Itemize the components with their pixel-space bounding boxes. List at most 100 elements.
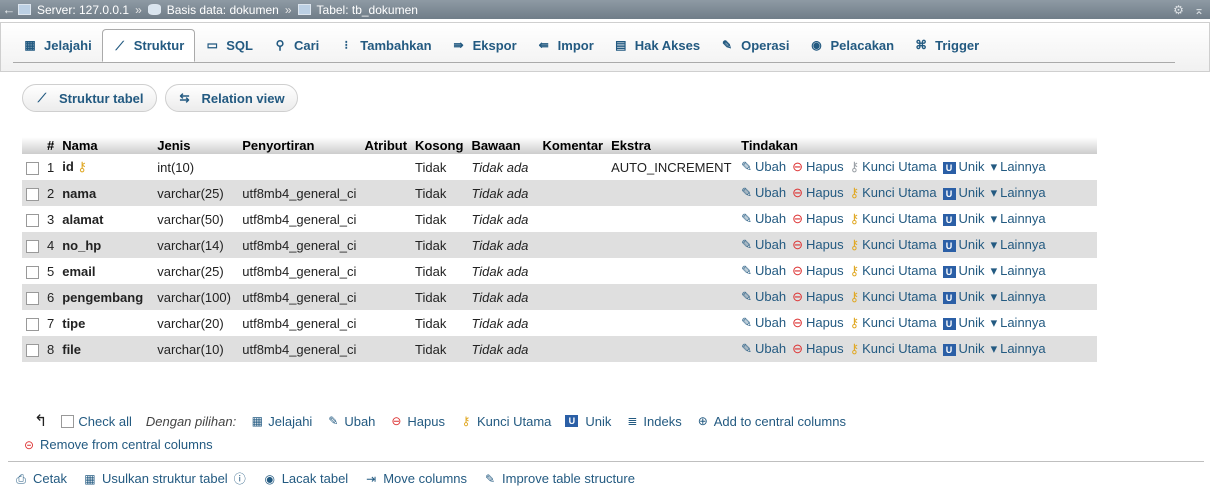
check-all-label[interactable]: Check all (78, 414, 131, 429)
header-number[interactable]: # (43, 137, 59, 154)
tab-tracking[interactable]: ◉ Pelacakan (800, 29, 905, 61)
tab-import[interactable]: ⇚ Impor (527, 29, 604, 61)
primary-key-action[interactable]: ⚷ Kunci Utama (850, 159, 937, 174)
drop-action[interactable]: ⊖ Hapus (792, 341, 843, 356)
primary-key-action[interactable]: ⚷ Kunci Utama (850, 315, 937, 330)
more-actions-dropdown[interactable]: ▾ Lainnya (991, 211, 1046, 226)
row-checkbox[interactable] (26, 343, 39, 357)
primary-key-action[interactable]: ⚷ Kunci Utama (850, 211, 937, 226)
propose-structure-button[interactable]: ▦ Usulkan struktur tabel ⓘ (83, 471, 247, 486)
tab-insert[interactable]: ⁝ Tambahkan (329, 29, 441, 61)
relation-view-button[interactable]: ⇆ Relation view (164, 84, 298, 112)
settings-gear-icon[interactable]: ⚙ (1173, 3, 1184, 17)
column-name[interactable]: file (62, 342, 81, 357)
unique-action[interactable]: U Unik (942, 211, 985, 226)
tab-sql[interactable]: ▭ SQL (195, 29, 263, 61)
header-extra[interactable]: Ekstra (607, 137, 738, 154)
edit-action[interactable]: ✎ Ubah (741, 341, 786, 356)
bulk-index-button[interactable]: ≣ Indeks (625, 414, 681, 429)
unique-action[interactable]: U Unik (942, 185, 985, 200)
check-all[interactable]: Check all (61, 414, 132, 429)
tab-triggers[interactable]: ⌘ Trigger (904, 29, 989, 61)
header-comment[interactable]: Komentar (538, 137, 608, 154)
bulk-unique-button[interactable]: U Unik (565, 414, 611, 429)
print-button[interactable]: ⎙ Cetak (14, 471, 67, 486)
header-attributes[interactable]: Atribut (360, 137, 412, 154)
primary-key-action[interactable]: ⚷ Kunci Utama (850, 341, 937, 356)
column-name[interactable]: no_hp (62, 238, 101, 253)
tab-operations[interactable]: ✎ Operasi (710, 29, 799, 61)
edit-action[interactable]: ✎ Ubah (741, 289, 786, 304)
header-default[interactable]: Bawaan (467, 137, 539, 154)
tab-privileges[interactable]: ▤ Hak Akses (604, 29, 710, 61)
collapse-icon[interactable]: ⌅ (1194, 3, 1204, 17)
more-actions-dropdown[interactable]: ▾ Lainnya (991, 289, 1046, 304)
more-actions-dropdown[interactable]: ▾ Lainnya (991, 159, 1046, 174)
tab-structure[interactable]: ⟋ Struktur (101, 29, 196, 62)
primary-key-action[interactable]: ⚷ Kunci Utama (850, 263, 937, 278)
row-checkbox[interactable] (26, 213, 39, 227)
column-name[interactable]: tipe (62, 316, 85, 331)
row-checkbox[interactable] (26, 265, 39, 279)
column-name[interactable]: pengembang (62, 290, 143, 305)
row-checkbox[interactable] (26, 317, 39, 331)
header-name[interactable]: Nama (58, 137, 154, 154)
structure-view-button[interactable]: ⟋ Struktur tabel (22, 84, 157, 112)
add-central-columns-button[interactable]: ⊕ Add to central columns (696, 414, 846, 429)
edit-action[interactable]: ✎ Ubah (741, 315, 786, 330)
unique-action[interactable]: U Unik (942, 237, 985, 252)
drop-action[interactable]: ⊖ Hapus (792, 159, 843, 174)
improve-structure-button[interactable]: ✎ Improve table structure (483, 471, 635, 486)
edit-action[interactable]: ✎ Ubah (741, 263, 786, 278)
breadcrumb-server[interactable]: Server: 127.0.0.1 (37, 3, 129, 17)
breadcrumb-database[interactable]: Basis data: dokumen (167, 3, 279, 17)
column-name[interactable]: email (62, 264, 95, 279)
tab-browse[interactable]: ▦ Jelajahi (13, 29, 102, 61)
more-actions-dropdown[interactable]: ▾ Lainnya (991, 263, 1046, 278)
drop-action[interactable]: ⊖ Hapus (792, 237, 843, 252)
edit-action[interactable]: ✎ Ubah (741, 185, 786, 200)
drop-action[interactable]: ⊖ Hapus (792, 185, 843, 200)
drop-action[interactable]: ⊖ Hapus (792, 315, 843, 330)
bulk-browse-button[interactable]: ▦ Jelajahi (250, 414, 313, 429)
primary-key-action[interactable]: ⚷ Kunci Utama (850, 185, 937, 200)
header-type[interactable]: Jenis (153, 137, 239, 154)
breadcrumb-table[interactable]: Tabel: tb_dokumen (317, 3, 418, 17)
unique-action[interactable]: U Unik (942, 315, 985, 330)
bulk-primary-button[interactable]: ⚷ Kunci Utama (459, 414, 552, 429)
track-table-button[interactable]: ◉ Lacak tabel (263, 471, 348, 486)
edit-action[interactable]: ✎ Ubah (741, 237, 786, 252)
more-actions-dropdown[interactable]: ▾ Lainnya (991, 315, 1046, 330)
bulk-edit-button[interactable]: ✎ Ubah (326, 414, 375, 429)
check-all-checkbox[interactable] (61, 414, 75, 428)
row-checkbox[interactable] (26, 239, 39, 253)
unique-action[interactable]: U Unik (942, 263, 985, 278)
unique-action[interactable]: U Unik (942, 159, 985, 174)
drop-action[interactable]: ⊖ Hapus (792, 211, 843, 226)
more-actions-dropdown[interactable]: ▾ Lainnya (991, 341, 1046, 356)
row-checkbox[interactable] (26, 187, 39, 201)
row-checkbox[interactable] (26, 291, 39, 305)
unique-action[interactable]: U Unik (942, 341, 985, 356)
bulk-drop-button[interactable]: ⊖ Hapus (389, 414, 445, 429)
back-arrow-icon[interactable]: ← (0, 2, 18, 17)
edit-action[interactable]: ✎ Ubah (741, 159, 786, 174)
more-actions-dropdown[interactable]: ▾ Lainnya (991, 185, 1046, 200)
remove-central-columns-button[interactable]: ⊝ Remove from central columns (22, 437, 213, 452)
column-name[interactable]: nama (62, 186, 96, 201)
header-null[interactable]: Kosong (411, 137, 468, 154)
primary-key-action[interactable]: ⚷ Kunci Utama (850, 289, 937, 304)
unique-action[interactable]: U Unik (942, 289, 985, 304)
drop-action[interactable]: ⊖ Hapus (792, 263, 843, 278)
edit-action[interactable]: ✎ Ubah (741, 211, 786, 226)
move-columns-button[interactable]: ⇥ Move columns (364, 471, 467, 486)
tab-export[interactable]: ⇛ Ekspor (442, 29, 527, 61)
row-checkbox[interactable] (26, 161, 39, 175)
help-icon[interactable]: ⓘ (233, 472, 247, 486)
primary-key-action[interactable]: ⚷ Kunci Utama (850, 237, 937, 252)
column-name[interactable]: id (62, 159, 74, 174)
column-name[interactable]: alamat (62, 212, 103, 227)
header-collation[interactable]: Penyortiran (238, 137, 361, 154)
tab-search[interactable]: ⚲ Cari (263, 29, 329, 61)
more-actions-dropdown[interactable]: ▾ Lainnya (991, 237, 1046, 252)
